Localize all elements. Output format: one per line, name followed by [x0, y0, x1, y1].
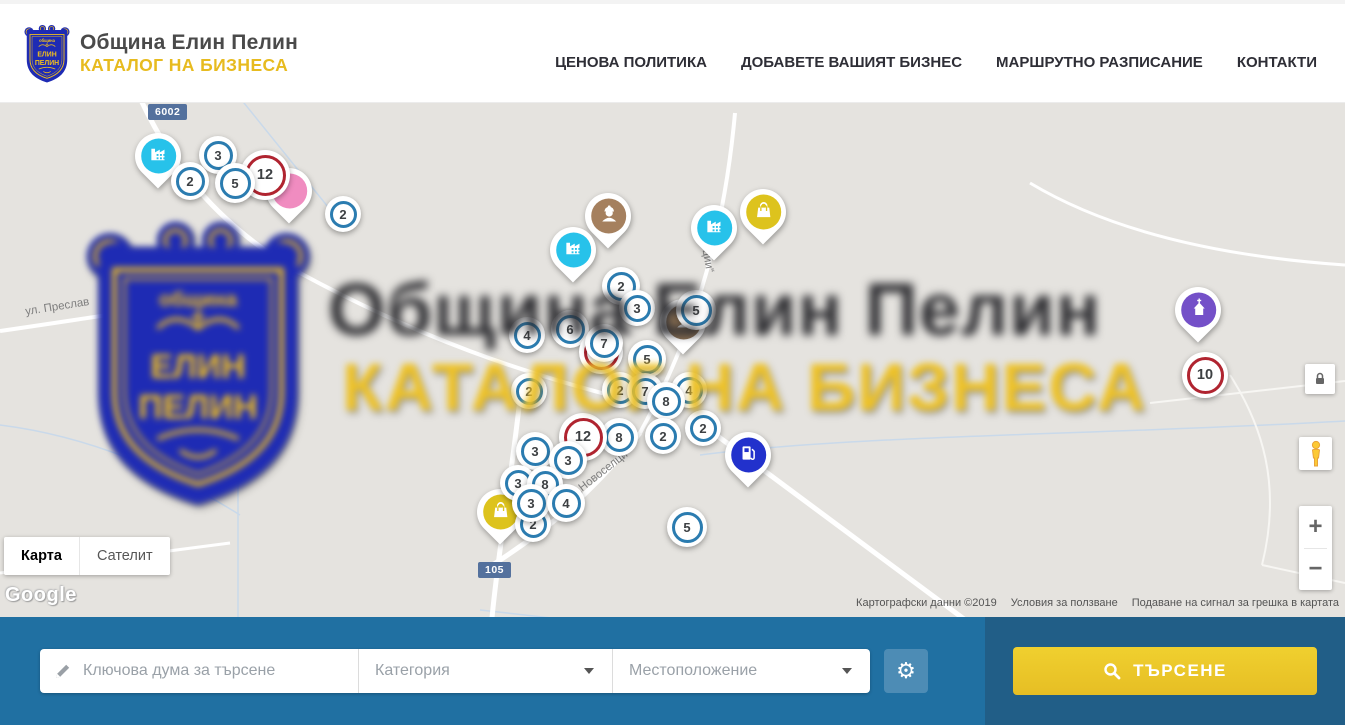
- building-pin-marker[interactable]: [691, 205, 737, 251]
- search-bar-left-panel: Категория Местоположение ⚙: [0, 617, 985, 725]
- map-attribution: Картографски данни ©2019 Условия за полз…: [856, 597, 1339, 609]
- nav-item-add-business[interactable]: ДОБАВЕТЕ ВАШИЯТ БИЗНЕС: [741, 54, 962, 71]
- building-pin-marker[interactable]: [550, 227, 596, 273]
- bag-pin-marker[interactable]: [740, 189, 786, 235]
- site-subtitle: КАТАЛОГ НА БИЗНЕСА: [80, 55, 298, 75]
- attribution-terms-link[interactable]: Условия за ползване: [1011, 597, 1118, 609]
- municipality-crest-logo: община ЕЛИН ПЕЛИН: [24, 22, 70, 84]
- attribution-report-link[interactable]: Подаване на сигнал за грешка в картата: [1132, 597, 1339, 609]
- map-canvas[interactable]: 6002105ул. Преславбул. „Новоселци“ции“31…: [0, 103, 1345, 617]
- cluster-marker[interactable]: 2: [171, 162, 209, 200]
- chevron-down-icon: [584, 668, 594, 674]
- nav-item-contacts[interactable]: КОНТАКТИ: [1237, 54, 1317, 71]
- cluster-marker[interactable]: 3: [516, 432, 554, 470]
- bag-icon: [754, 200, 773, 224]
- cluster-marker[interactable]: 2: [325, 196, 361, 232]
- advanced-settings-button[interactable]: ⚙: [884, 649, 928, 693]
- cluster-marker[interactable]: 5: [676, 290, 716, 330]
- building-icon: [704, 215, 725, 241]
- worker-icon: [598, 204, 618, 229]
- site-logo[interactable]: община ЕЛИН ПЕЛИН Община Елин Пелин КАТА…: [24, 22, 298, 84]
- building-icon: [563, 237, 584, 263]
- church-pin-marker[interactable]: [1175, 287, 1221, 333]
- zoom-out-button[interactable]: −: [1299, 549, 1332, 590]
- attribution-copyright: Картографски данни ©2019: [856, 597, 997, 609]
- cluster-marker[interactable]: 8: [647, 382, 685, 420]
- cluster-marker[interactable]: 2: [685, 410, 721, 446]
- lock-icon: [1312, 371, 1328, 387]
- cluster-marker[interactable]: 4: [547, 484, 585, 522]
- markers-layer: 31225223564127542782228123338234510: [0, 103, 1345, 617]
- nav-item-pricing[interactable]: ЦЕНОВА ПОЛИТИКА: [555, 54, 707, 71]
- cluster-marker[interactable]: 5: [667, 507, 707, 547]
- cluster-marker[interactable]: 2: [511, 373, 547, 409]
- svg-text:ПЕЛИН: ПЕЛИН: [35, 60, 59, 67]
- pegman-icon: [1308, 440, 1324, 468]
- cluster-marker[interactable]: 10: [1182, 352, 1228, 398]
- svg-text:ЕЛИН: ЕЛИН: [37, 52, 56, 59]
- pencil-icon: [54, 662, 72, 680]
- nav-item-route-schedule[interactable]: МАРШРУТНО РАЗПИСАНИЕ: [996, 54, 1203, 71]
- keyword-field-wrap: [40, 649, 358, 693]
- map-type-map-button[interactable]: Карта: [4, 537, 79, 575]
- cluster-marker[interactable]: 3: [619, 290, 655, 326]
- search-bar: Категория Местоположение ⚙ ТЪРСЕНЕ: [0, 617, 1345, 725]
- street-view-pegman[interactable]: [1299, 437, 1332, 470]
- bag-icon: [491, 500, 510, 524]
- map-type-control: Карта Сателит: [4, 537, 170, 575]
- google-logo[interactable]: Google: [5, 584, 77, 607]
- svg-text:община: община: [39, 38, 56, 43]
- fuel-pin-marker[interactable]: [725, 432, 771, 478]
- zoom-in-button[interactable]: +: [1299, 507, 1332, 548]
- cluster-marker[interactable]: 4: [509, 317, 545, 353]
- location-select[interactable]: Местоположение: [612, 649, 870, 693]
- cluster-marker[interactable]: 2: [645, 418, 681, 454]
- site-title: Община Елин Пелин: [80, 31, 298, 55]
- cluster-marker[interactable]: 3: [512, 484, 550, 522]
- lock-control[interactable]: [1305, 364, 1335, 394]
- zoom-control: + −: [1299, 506, 1332, 590]
- search-icon: [1103, 662, 1121, 680]
- category-select[interactable]: Категория: [358, 649, 612, 693]
- chevron-down-icon: [842, 668, 852, 674]
- search-button[interactable]: ТЪРСЕНЕ: [1013, 647, 1317, 695]
- cluster-marker[interactable]: 5: [215, 163, 255, 203]
- header: община ЕЛИН ПЕЛИН Община Елин Пелин КАТА…: [0, 0, 1345, 103]
- gear-icon: ⚙: [896, 658, 916, 684]
- search-group: Категория Местоположение: [40, 649, 870, 693]
- search-bar-right-panel: ТЪРСЕНЕ: [985, 617, 1345, 725]
- map-type-satellite-button[interactable]: Сателит: [79, 537, 170, 575]
- fuel-icon: [739, 443, 758, 467]
- church-icon: [1188, 298, 1208, 323]
- cluster-marker[interactable]: 7: [585, 324, 623, 362]
- keyword-search-input[interactable]: [83, 662, 344, 680]
- building-icon: [148, 143, 169, 169]
- main-nav: ЦЕНОВА ПОЛИТИКА ДОБАВЕТЕ ВАШИЯТ БИЗНЕС М…: [555, 54, 1317, 71]
